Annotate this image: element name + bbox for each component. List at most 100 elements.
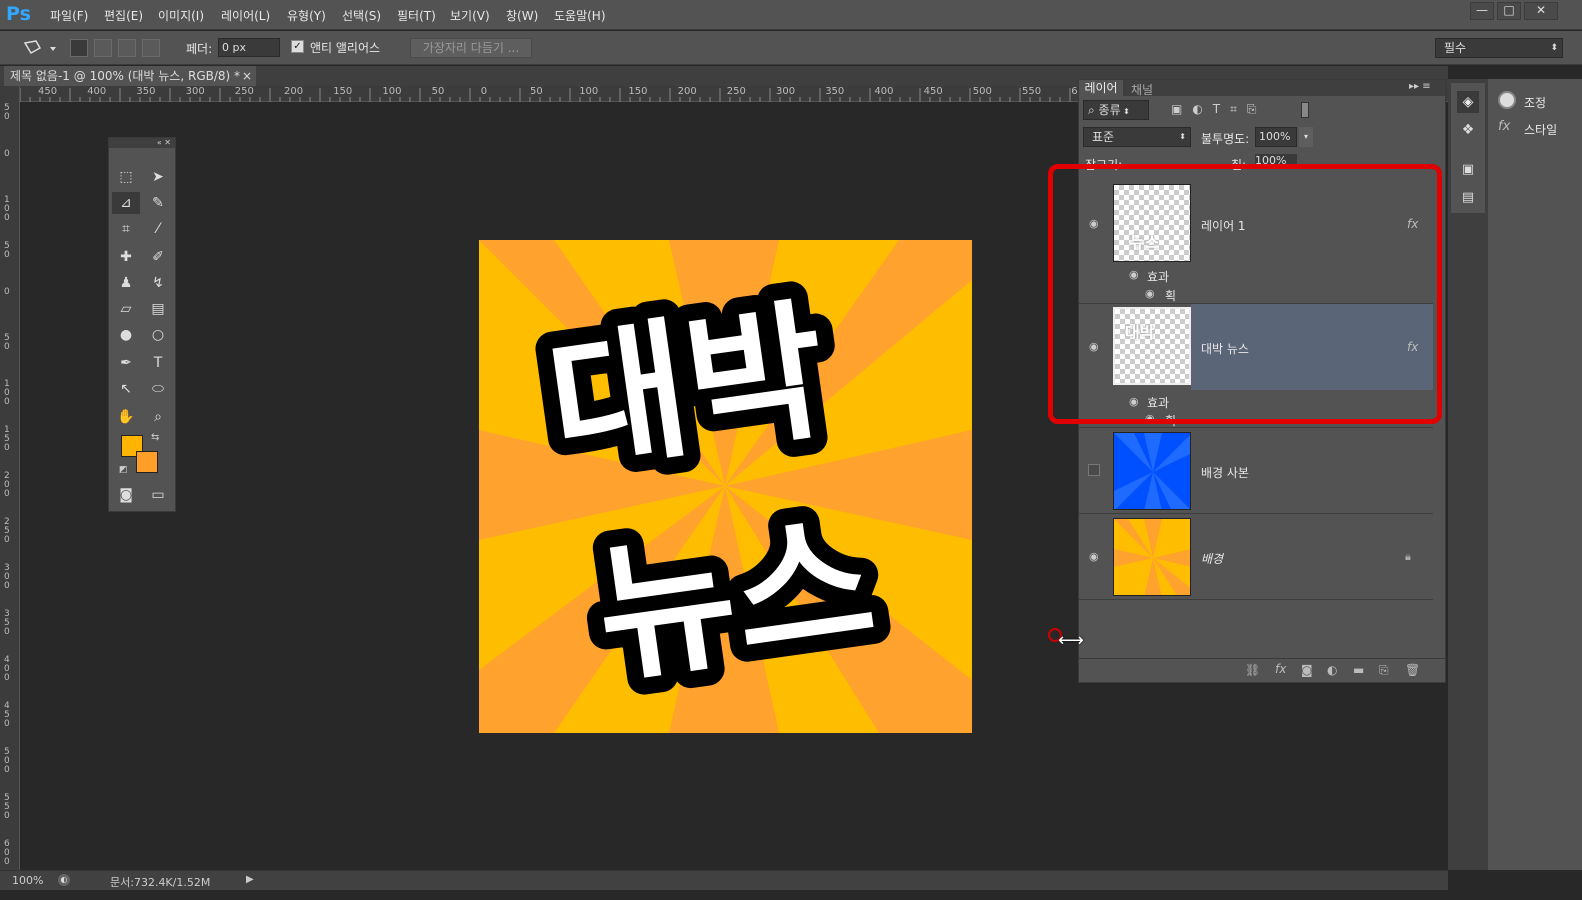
- brush-tool-icon[interactable]: ✐: [144, 246, 172, 268]
- menu-select[interactable]: 선택(S): [342, 7, 381, 24]
- minimize-button[interactable]: —: [1470, 2, 1494, 20]
- status-menu-arrow-icon[interactable]: ▶: [246, 874, 254, 885]
- move-tool-icon[interactable]: ➤: [144, 166, 172, 188]
- quick-select-tool-icon[interactable]: ✎: [144, 192, 172, 214]
- resize-cursor-icon: ⟷: [1058, 630, 1084, 651]
- subtract-selection-icon[interactable]: [118, 39, 136, 57]
- refine-edge-button[interactable]: 가장자리 다듬기 ...: [410, 38, 532, 58]
- zoom-level[interactable]: 100%: [12, 874, 43, 887]
- adjustments-icon[interactable]: [1498, 91, 1516, 109]
- menu-view[interactable]: 보기(V): [450, 7, 490, 24]
- ruler-h-label: 350: [136, 86, 156, 97]
- screen-mode-icon[interactable]: ▭: [144, 484, 172, 506]
- layer-name[interactable]: 배경 사본: [1201, 464, 1249, 481]
- blur-tool-icon[interactable]: ●: [112, 324, 140, 346]
- document-tab[interactable]: 제목 없음-1 @ 100% (대박 뉴스, RGB/8) * ×: [4, 66, 256, 86]
- default-colors-icon[interactable]: ◩: [119, 465, 128, 475]
- new-layer-icon[interactable]: ⎘: [1379, 663, 1389, 678]
- styles-label[interactable]: 스타일: [1524, 121, 1557, 138]
- swap-colors-icon[interactable]: ⇆: [151, 432, 159, 443]
- filter-toggle-switch[interactable]: [1301, 102, 1309, 118]
- menu-image[interactable]: 이미지(I): [158, 7, 204, 24]
- eraser-tool-icon[interactable]: ▱: [112, 298, 140, 320]
- ruler-v-label: 250: [4, 517, 10, 545]
- new-group-icon[interactable]: ▬: [1353, 663, 1364, 677]
- polygonal-lasso-tool-icon[interactable]: ⊿: [112, 192, 140, 214]
- close-window-button[interactable]: ✕: [1524, 2, 1558, 20]
- pen-tool-icon[interactable]: ✒: [112, 352, 140, 374]
- document-tab-title: 제목 없음-1 @ 100% (대박 뉴스, RGB/8) *: [10, 69, 241, 83]
- crop-tool-icon[interactable]: ⌗: [112, 218, 140, 240]
- eye-icon[interactable]: ◉: [1089, 551, 1103, 562]
- ellipse-tool-icon[interactable]: ⬭: [144, 378, 172, 400]
- maximize-button[interactable]: □: [1497, 2, 1521, 20]
- status-info-icon[interactable]: ◐: [58, 874, 70, 886]
- menu-help[interactable]: 도움말(H): [554, 7, 606, 24]
- layer-name[interactable]: 배경: [1201, 550, 1223, 567]
- clone-stamp-tool-icon[interactable]: ♟: [112, 272, 140, 294]
- layer-row-background-copy[interactable]: 배경 사본: [1079, 428, 1433, 514]
- new-selection-icon[interactable]: [70, 39, 88, 57]
- type-tool-icon[interactable]: T: [144, 352, 172, 374]
- add-style-icon[interactable]: fx: [1275, 662, 1286, 676]
- ruler-h-label: 400: [874, 86, 894, 97]
- menu-file[interactable]: 파일(F): [50, 7, 88, 24]
- delete-layer-icon[interactable]: 🗑︎: [1405, 663, 1420, 677]
- menu-layer[interactable]: 레이어(L): [221, 7, 270, 24]
- workspace-select[interactable]: 필수 ⬍: [1435, 38, 1563, 58]
- ruler-v-label: 400: [4, 655, 10, 683]
- layer-filter-select[interactable]: ⌕ 종류 ⬍: [1083, 100, 1149, 120]
- tab-layers[interactable]: 레이어: [1079, 80, 1123, 96]
- vertical-ruler: 50 0 100 50 0 50 100 150 200 250 300 350 400 450 500 55…: [0, 86, 20, 870]
- tab-channels[interactable]: 채널: [1131, 81, 1153, 98]
- layer-row-background[interactable]: ◉ 배경 🔒︎: [1079, 514, 1433, 600]
- blend-mode-select[interactable]: 표준 ⬍: [1083, 127, 1191, 147]
- quick-mask-icon[interactable]: ◙: [112, 484, 140, 506]
- channels-panel-icon[interactable]: ❖: [1457, 119, 1479, 141]
- antialias-checkbox[interactable]: ✓: [291, 40, 304, 53]
- intersect-selection-icon[interactable]: [142, 39, 160, 57]
- background-copy-thumbnail: [1113, 432, 1191, 510]
- history-brush-tool-icon[interactable]: ↯: [144, 272, 172, 294]
- document-artwork[interactable]: 대박 대박 뉴스 뉴스: [479, 240, 972, 733]
- hand-tool-icon[interactable]: ✋: [112, 406, 140, 428]
- path-select-tool-icon[interactable]: ↖: [112, 378, 140, 400]
- styles-icon[interactable]: fx: [1498, 119, 1510, 134]
- add-selection-icon[interactable]: [94, 39, 112, 57]
- adjustments-label[interactable]: 조정: [1524, 94, 1546, 111]
- gradient-tool-icon[interactable]: ▤: [144, 298, 172, 320]
- opacity-input[interactable]: 100%: [1255, 127, 1297, 147]
- link-layers-icon[interactable]: ⛓: [1245, 663, 1260, 677]
- menu-window[interactable]: 창(W): [506, 7, 538, 24]
- adjustment-layer-icon[interactable]: ◐: [1327, 663, 1337, 677]
- dock-icon-strip: ◈ ❖ ▣ ▤: [1451, 83, 1485, 213]
- background-color-swatch[interactable]: [136, 451, 158, 473]
- workspace-label: 필수: [1444, 41, 1467, 55]
- menu-edit[interactable]: 편집(E): [104, 7, 143, 24]
- ruler-h-label: 50: [431, 86, 445, 97]
- layer-filter-icons[interactable]: ▣◐T⌗⎘: [1171, 102, 1267, 117]
- ruler-h-label: 300: [776, 86, 796, 97]
- layers-panel-icon[interactable]: ◈: [1457, 91, 1479, 113]
- eyedropper-tool-icon[interactable]: ⁄: [144, 218, 172, 240]
- search-icon: ⌕: [1088, 103, 1099, 117]
- ruler-h-label: 450: [38, 86, 58, 97]
- visibility-toggle-empty[interactable]: [1088, 464, 1100, 476]
- polygonal-lasso-icon[interactable]: [22, 39, 56, 57]
- tools-panel-header[interactable]: « ✕: [109, 138, 175, 148]
- paragraph-panel-icon[interactable]: ▤: [1457, 187, 1479, 209]
- zoom-tool-icon[interactable]: ⌕: [144, 406, 172, 428]
- menu-bar: Ps 파일(F) 편집(E) 이미지(I) 레이어(L) 유형(Y) 선택(S)…: [0, 0, 1582, 30]
- properties-panel-icon[interactable]: ▣: [1457, 159, 1479, 181]
- close-tab-icon[interactable]: ×: [242, 66, 252, 86]
- marquee-tool-icon[interactable]: ⬚: [112, 166, 140, 188]
- dodge-tool-icon[interactable]: ○: [144, 324, 172, 346]
- healing-brush-tool-icon[interactable]: ✚: [112, 246, 140, 268]
- opacity-dropdown-icon[interactable]: ▾: [1299, 127, 1313, 147]
- feather-input[interactable]: 0 px: [218, 38, 280, 57]
- menu-filter[interactable]: 필터(T): [397, 7, 436, 24]
- fill-input[interactable]: 100%: [1255, 154, 1297, 164]
- menu-type[interactable]: 유형(Y): [287, 7, 326, 24]
- panel-menu-icon[interactable]: ▸▸ ≡: [1409, 81, 1431, 92]
- add-mask-icon[interactable]: ◙: [1301, 663, 1313, 677]
